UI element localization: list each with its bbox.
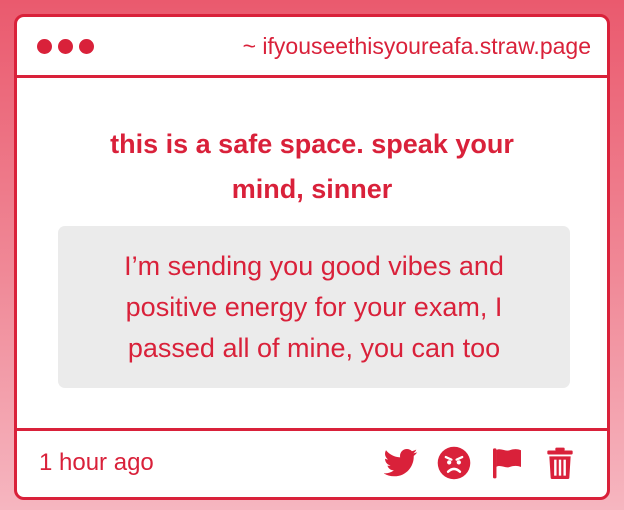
message-box: I’m sending you good vibes and positive …: [58, 226, 570, 388]
angry-face-icon: [437, 446, 471, 479]
card-content: this is a safe space. speak your mind, s…: [17, 78, 607, 428]
window-dot-2: [58, 38, 73, 54]
trash-icon: [547, 447, 573, 479]
message-text: I’m sending you good vibes and positive …: [124, 250, 504, 363]
flag-button[interactable]: [490, 446, 524, 480]
delete-button[interactable]: [543, 446, 577, 480]
window-dot-1: [37, 38, 52, 54]
page-title: this is a safe space. speak your mind, s…: [110, 129, 514, 204]
card-footer: 1 hour ago: [17, 428, 607, 494]
window-controls: [37, 38, 94, 54]
timestamp: 1 hour ago: [39, 448, 154, 476]
window-dot-3: [79, 38, 94, 54]
share-twitter-button[interactable]: [384, 446, 418, 480]
window-titlebar: ~ ifyouseethisyoureafa.straw.page: [17, 17, 607, 78]
message-card: ~ ifyouseethisyoureafa.straw.page this i…: [14, 14, 610, 500]
twitter-icon: [384, 448, 418, 476]
flag-icon: [493, 447, 521, 478]
page-url[interactable]: ~ ifyouseethisyoureafa.straw.page: [243, 33, 591, 60]
action-bar: [384, 446, 577, 480]
report-angry-button[interactable]: [437, 446, 471, 480]
